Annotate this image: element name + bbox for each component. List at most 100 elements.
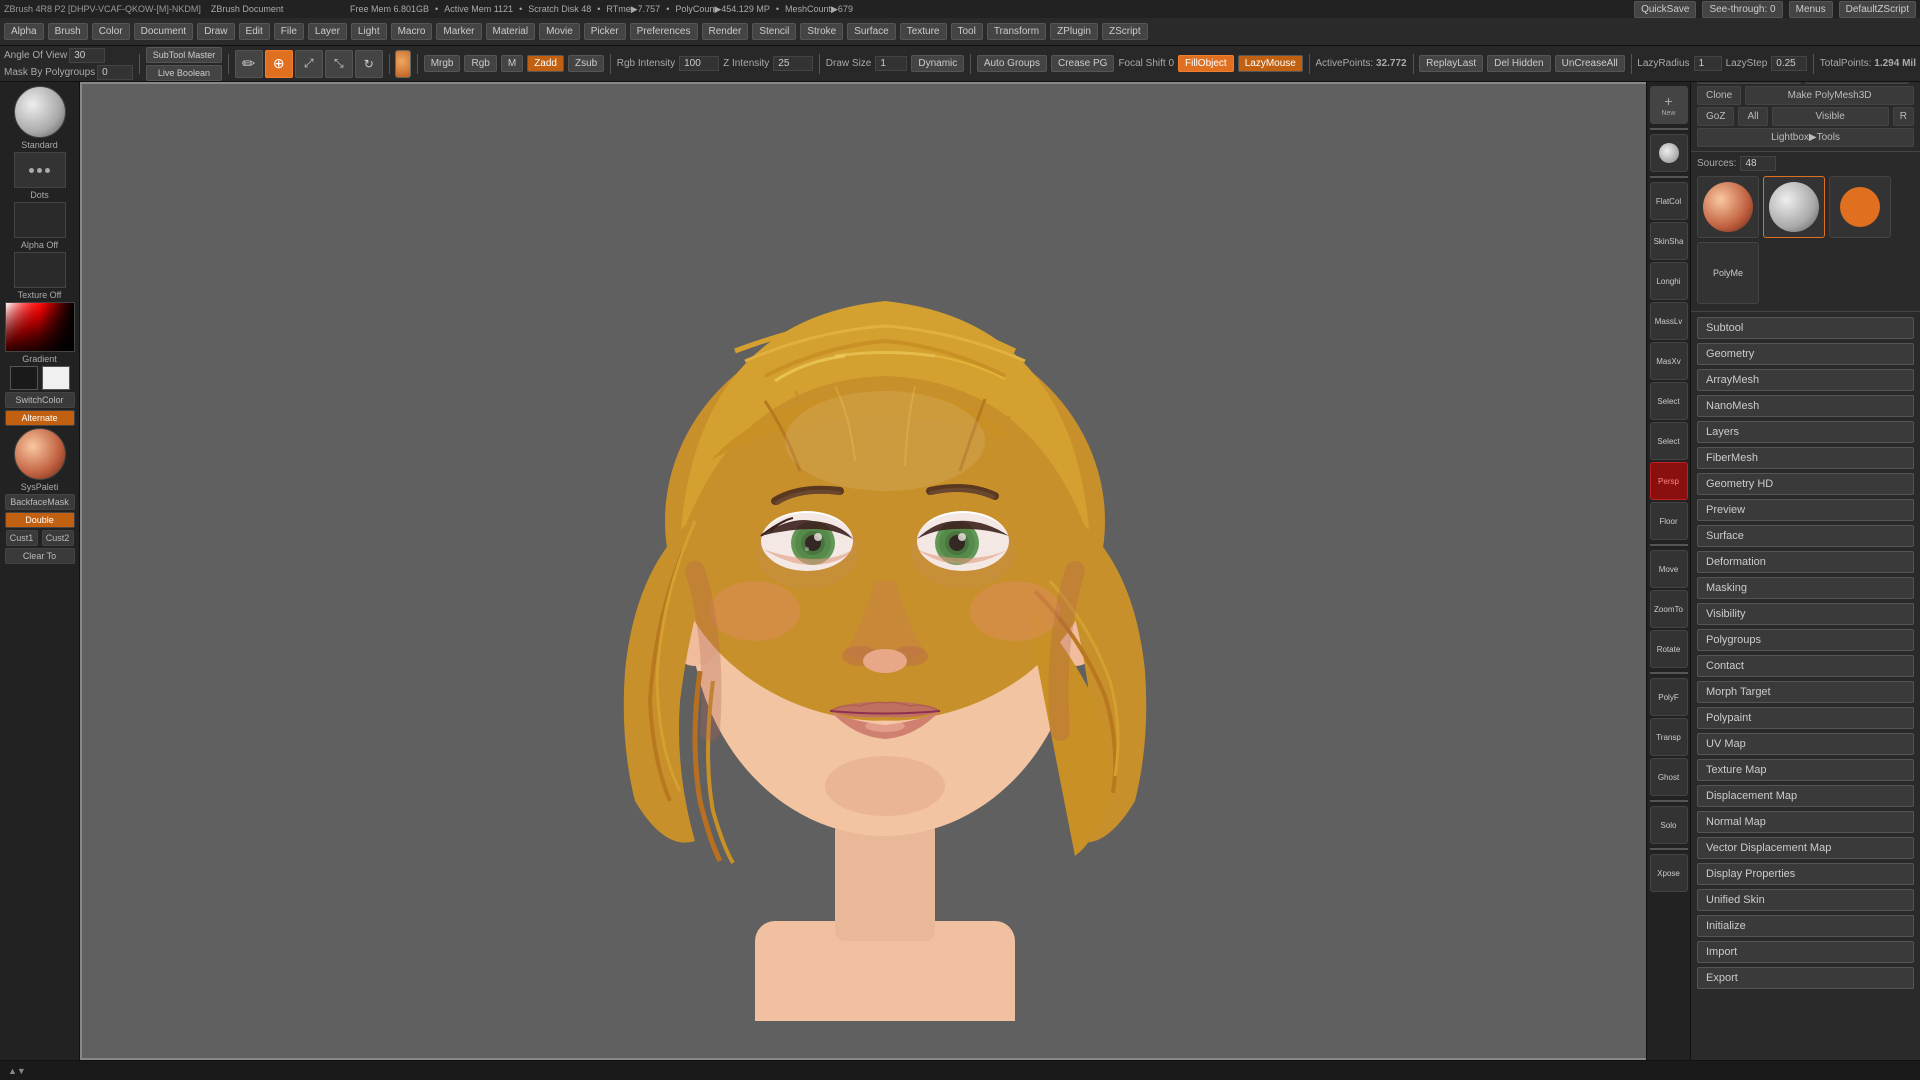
menus-btn[interactable]: Menus: [1789, 1, 1833, 18]
all-btn[interactable]: All: [1738, 107, 1767, 126]
menu-texture[interactable]: Texture: [900, 23, 947, 40]
ri-rotate-btn[interactable]: Rotate: [1650, 630, 1688, 668]
ri-longli-btn[interactable]: Longhi: [1650, 262, 1688, 300]
polygroups-section-btn[interactable]: Polygroups: [1697, 629, 1914, 651]
fill-object-btn[interactable]: FillObject: [1178, 55, 1234, 72]
menu-zscript[interactable]: ZScript: [1102, 23, 1148, 40]
ri-xpose-btn[interactable]: Xpose: [1650, 854, 1688, 892]
fibermesh-section-btn[interactable]: FiberMesh: [1697, 447, 1914, 469]
r-import-section-btn[interactable]: Import: [1697, 941, 1914, 963]
menu-color[interactable]: Color: [92, 23, 130, 40]
menu-render[interactable]: Render: [702, 23, 749, 40]
layers-section-btn[interactable]: Layers: [1697, 421, 1914, 443]
live-boolean-btn[interactable]: Live Boolean: [146, 65, 223, 81]
alternate-btn[interactable]: Alternate: [5, 410, 75, 426]
initialize-section-btn[interactable]: Initialize: [1697, 915, 1914, 937]
menu-layer[interactable]: Layer: [308, 23, 347, 40]
ri-standard-btn[interactable]: [1650, 134, 1688, 172]
double-btn[interactable]: Double: [5, 512, 75, 528]
lightbox-btn[interactable]: Lightbox▶Tools: [1697, 128, 1914, 147]
del-hidden-btn[interactable]: Del Hidden: [1487, 55, 1550, 72]
z-intensity-input[interactable]: [773, 56, 813, 71]
menu-draw[interactable]: Draw: [197, 23, 234, 40]
ri-solo-btn[interactable]: Solo: [1650, 806, 1688, 844]
make-polymesh-btn[interactable]: Make PolyMesh3D: [1745, 86, 1914, 105]
unified-skin-section-btn[interactable]: Unified Skin: [1697, 889, 1914, 911]
surface-section-btn[interactable]: Surface: [1697, 525, 1914, 547]
zsub-btn[interactable]: Zsub: [568, 55, 604, 72]
dynamic-btn[interactable]: Dynamic: [911, 55, 964, 72]
ri-ghost-btn[interactable]: Ghost: [1650, 758, 1688, 796]
menu-preferences[interactable]: Preferences: [630, 23, 698, 40]
cust1-btn[interactable]: Cust1: [6, 530, 38, 546]
cust2-btn[interactable]: Cust2: [42, 530, 74, 546]
replay-last-btn[interactable]: ReplayLast: [1419, 55, 1483, 72]
switch-color-btn[interactable]: SwitchColor: [5, 392, 75, 408]
ri-persp-btn[interactable]: Persp: [1650, 462, 1688, 500]
menu-brush[interactable]: Brush: [48, 23, 88, 40]
canvas-inner[interactable]: [80, 82, 1690, 1060]
move-btn[interactable]: ⤢: [295, 50, 323, 78]
mrgb-btn[interactable]: Mrgb: [424, 55, 461, 72]
ri-skin-sha-btn[interactable]: SkinSha: [1650, 222, 1688, 260]
subtool-section-btn[interactable]: Subtool: [1697, 317, 1914, 339]
zadd-btn[interactable]: Zadd: [527, 55, 564, 72]
vector-displacement-section-btn[interactable]: Vector Displacement Map: [1697, 837, 1914, 859]
material-sphere[interactable]: [14, 428, 66, 480]
menu-tool[interactable]: Tool: [951, 23, 983, 40]
draw-btn[interactable]: ✏: [235, 50, 263, 78]
thumb-simplesphere[interactable]: [1829, 176, 1891, 238]
menu-picker[interactable]: Picker: [584, 23, 626, 40]
ri-poly-f-btn[interactable]: PolyF: [1650, 678, 1688, 716]
quicksave-btn[interactable]: QuickSave: [1634, 1, 1696, 18]
color-gradient[interactable]: [5, 302, 75, 352]
morph-target-section-btn[interactable]: Morph Target: [1697, 681, 1914, 703]
material-preview[interactable]: [395, 50, 411, 78]
menu-alpha[interactable]: Alpha: [4, 23, 44, 40]
geometry-hd-section-btn[interactable]: Geometry HD: [1697, 473, 1914, 495]
thumb-main[interactable]: [1697, 176, 1759, 238]
displacement-map-section-btn[interactable]: Displacement Map: [1697, 785, 1914, 807]
rgb-intensity-input[interactable]: [679, 56, 719, 71]
alpha-preview[interactable]: [14, 202, 66, 238]
visibility-section-btn[interactable]: Visibility: [1697, 603, 1914, 625]
dot-pattern[interactable]: [14, 152, 66, 188]
masking-section-btn[interactable]: Masking: [1697, 577, 1914, 599]
contact-section-btn[interactable]: Contact: [1697, 655, 1914, 677]
ri-zoom-to-btn[interactable]: ZoomTo: [1650, 590, 1688, 628]
lazy-mouse-btn[interactable]: LazyMouse: [1238, 55, 1303, 72]
rgb-btn[interactable]: Rgb: [464, 55, 496, 72]
ri-move-btn[interactable]: Move: [1650, 550, 1688, 588]
texture-map-section-btn[interactable]: Texture Map: [1697, 759, 1914, 781]
menu-macro[interactable]: Macro: [391, 23, 433, 40]
lazy-step-input[interactable]: [1771, 56, 1807, 71]
menu-light[interactable]: Light: [351, 23, 387, 40]
m-btn[interactable]: M: [501, 55, 523, 72]
canvas-area[interactable]: [80, 82, 1690, 1060]
goz-btn[interactable]: GoZ: [1697, 107, 1734, 126]
thumb-polymesh[interactable]: PolyMe: [1697, 242, 1759, 304]
menu-file[interactable]: File: [274, 23, 304, 40]
white-swatch[interactable]: [42, 366, 70, 390]
polypaint-section-btn[interactable]: Polypaint: [1697, 707, 1914, 729]
crease-pg-btn[interactable]: Crease PG: [1051, 55, 1114, 72]
backface-mask-btn[interactable]: BackfaceMask: [5, 494, 75, 510]
clear-to-btn[interactable]: Clear To: [5, 548, 75, 564]
texture-preview[interactable]: [14, 252, 66, 288]
rotate-btn[interactable]: ↻: [355, 50, 383, 78]
deformation-section-btn[interactable]: Deformation: [1697, 551, 1914, 573]
menu-transform[interactable]: Transform: [987, 23, 1046, 40]
menu-surface[interactable]: Surface: [847, 23, 895, 40]
thumb-sphere[interactable]: [1763, 176, 1825, 238]
visible-btn[interactable]: Visible: [1772, 107, 1889, 126]
subtool-master-btn[interactable]: SubTool Master: [146, 47, 223, 63]
ri-transp-btn[interactable]: Transp: [1650, 718, 1688, 756]
preview-section-btn[interactable]: Preview: [1697, 499, 1914, 521]
black-swatch[interactable]: [10, 366, 38, 390]
ri-select2-btn[interactable]: Select: [1650, 422, 1688, 460]
display-properties-section-btn[interactable]: Display Properties: [1697, 863, 1914, 885]
menu-document[interactable]: Document: [134, 23, 194, 40]
nanomesh-section-btn[interactable]: NanoMesh: [1697, 395, 1914, 417]
menu-stencil[interactable]: Stencil: [752, 23, 796, 40]
draw-size-input[interactable]: [875, 56, 907, 71]
